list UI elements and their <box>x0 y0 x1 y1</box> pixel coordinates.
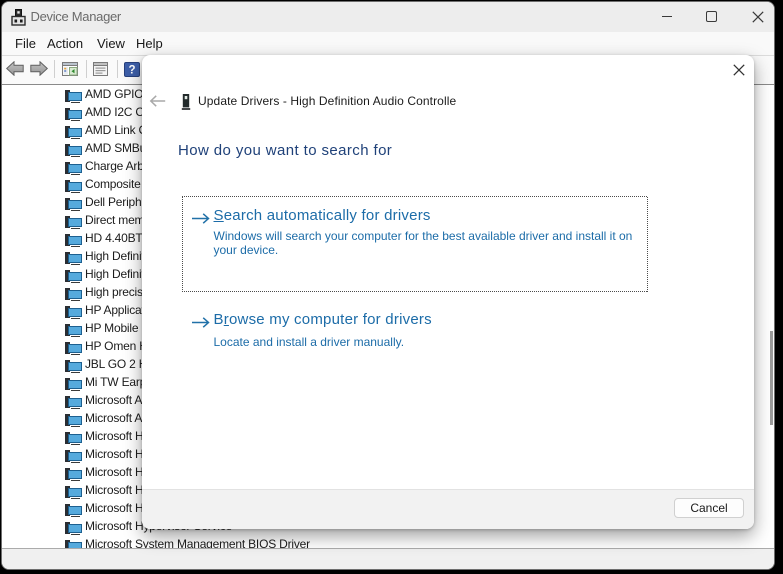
svg-text:?: ? <box>128 65 135 77</box>
